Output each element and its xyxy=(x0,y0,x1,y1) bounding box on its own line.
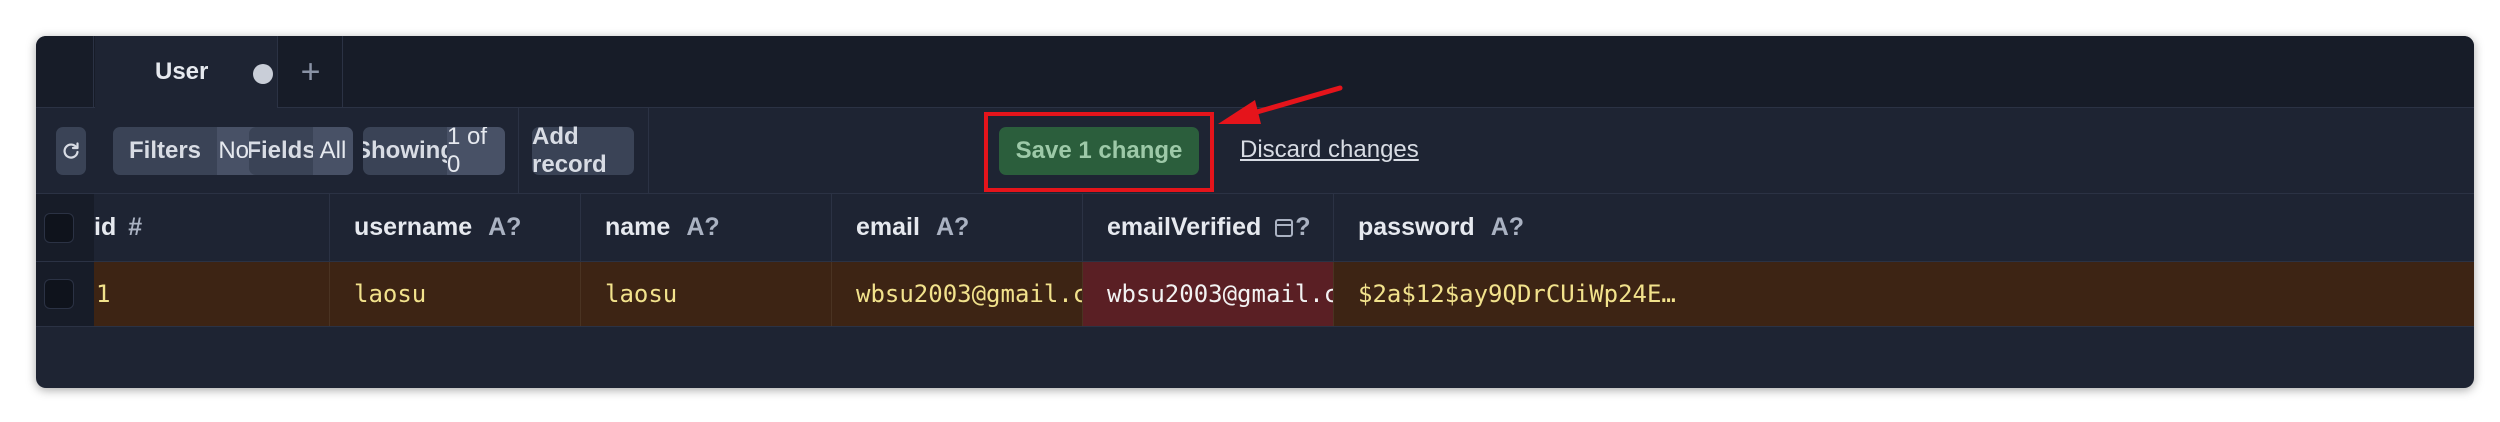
tab-label: User xyxy=(155,58,209,85)
tab-user[interactable]: User xyxy=(95,36,278,108)
header-gutter xyxy=(36,194,94,261)
column-header-email[interactable]: email A? xyxy=(832,194,1083,261)
toolbar-divider xyxy=(648,108,649,194)
cell-email[interactable]: wbsu2003@gmail.com xyxy=(832,262,1083,326)
column-type-string-icon: A? xyxy=(935,213,970,241)
fields-label: Fields xyxy=(249,127,316,175)
column-header-password[interactable]: password A? xyxy=(1334,194,2474,261)
cell-name[interactable]: laosu xyxy=(581,262,832,326)
filters-label: Filters xyxy=(113,127,217,175)
showing-control[interactable]: Showing 1 of 0 xyxy=(363,127,505,175)
refresh-icon xyxy=(63,142,79,159)
discard-changes-link[interactable]: Discard changes xyxy=(1240,136,1419,164)
column-header-username[interactable]: username A? xyxy=(330,194,581,261)
column-header-id[interactable]: id # xyxy=(94,194,330,261)
row-gutter xyxy=(36,262,94,326)
column-header-name[interactable]: name A? xyxy=(581,194,832,261)
column-name: name xyxy=(605,213,671,241)
select-all-checkbox[interactable] xyxy=(44,213,74,243)
showing-value: 1 of 0 xyxy=(447,127,505,175)
add-record-button[interactable]: Add record xyxy=(532,123,634,178)
table-header-row: id # username A? name A? email A? emailV… xyxy=(36,194,2474,262)
column-name: id xyxy=(94,213,117,241)
fields-control[interactable]: Fields All xyxy=(249,127,353,175)
column-type-string-icon: A? xyxy=(686,213,720,241)
cell-username[interactable]: laosu xyxy=(330,262,581,326)
column-type-datetime-icon xyxy=(1275,218,1294,237)
column-name: username xyxy=(354,213,473,241)
refresh-button[interactable] xyxy=(56,127,86,175)
column-name: emailVerified xyxy=(1107,213,1262,241)
column-type-string-icon: A? xyxy=(488,213,522,241)
cell-emailverified-edited[interactable]: wbsu2003@gmail.com xyxy=(1083,262,1334,326)
column-header-emailverified[interactable]: emailVerified ? xyxy=(1083,194,1334,261)
tab-gutter xyxy=(36,36,94,108)
column-name: password xyxy=(1358,213,1475,241)
cell-password[interactable]: $2a$12$ay9QDrCUiWp24E… xyxy=(1334,262,2474,326)
column-name: email xyxy=(856,213,920,241)
cell-id[interactable]: 1 xyxy=(94,262,330,326)
unsaved-indicator-icon xyxy=(253,64,273,84)
showing-label: Showing xyxy=(363,127,455,175)
fields-value: All xyxy=(313,127,353,175)
column-type-string-icon: A? xyxy=(1490,213,1525,241)
save-changes-button[interactable]: Save 1 change xyxy=(999,127,1199,175)
column-type-hash-icon: # xyxy=(128,213,143,241)
toolbar-divider xyxy=(518,108,519,194)
column-type-optional-marker: ? xyxy=(1295,213,1311,241)
table-row[interactable]: 1 laosu laosu wbsu2003@gmail.com wbsu200… xyxy=(36,262,2474,327)
annotation-arrow-icon xyxy=(1218,85,1343,124)
add-tab-button[interactable]: + xyxy=(279,36,343,108)
row-select-checkbox[interactable] xyxy=(44,279,74,309)
